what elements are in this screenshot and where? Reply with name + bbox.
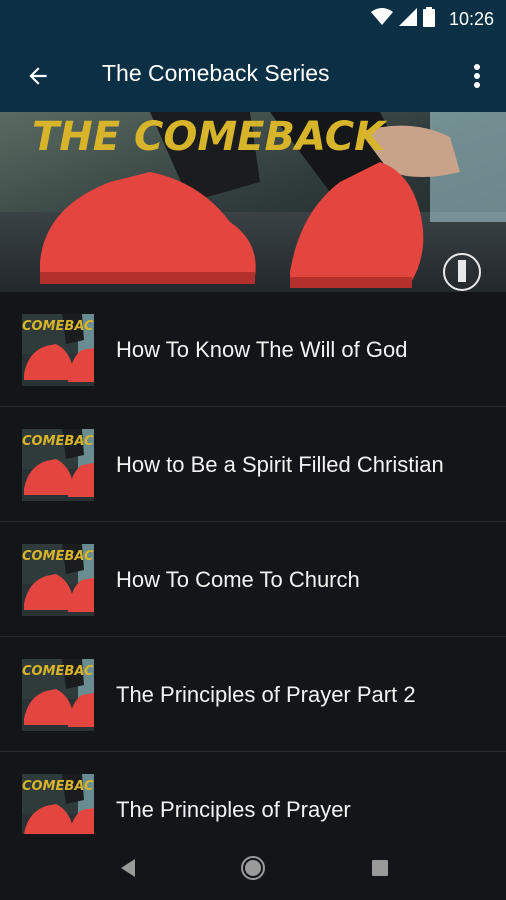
nav-home-icon: [241, 856, 265, 880]
wifi-icon: [370, 7, 393, 31]
sermon-thumbnail: COMEBACK: [22, 774, 94, 838]
page-title: The Comeback Series: [102, 60, 330, 86]
list-item[interactable]: COMEBACK How To Know The Will of God: [0, 292, 506, 407]
sermon-title: How To Come To Church: [116, 567, 360, 592]
system-nav-bar: [0, 834, 506, 900]
nav-recents-button[interactable]: [362, 850, 398, 886]
overflow-menu-button[interactable]: [462, 56, 492, 96]
sermon-thumbnail: COMEBACK: [22, 314, 94, 386]
status-time: 10:26: [448, 8, 494, 29]
sermon-title: How To Know The Will of God: [116, 337, 408, 362]
sermon-title: The Principles of Prayer: [116, 797, 351, 822]
series-banner: THE COMEBACK: [0, 112, 506, 292]
sermon-thumbnail: COMEBACK: [22, 659, 94, 731]
status-bar: 10:26: [0, 0, 506, 38]
app-bar: The Comeback Series: [0, 38, 506, 112]
nav-recents-icon: [372, 860, 388, 876]
series-banner-image: THE COMEBACK: [0, 112, 506, 292]
battery-icon: [422, 6, 435, 32]
back-button[interactable]: [18, 56, 58, 96]
thumbnail-image: COMEBACK: [22, 659, 94, 731]
thumbnail-image: COMEBACK: [22, 314, 94, 386]
thumbnail-text: COMEBACK: [22, 664, 94, 679]
thumbnail-image: COMEBACK: [22, 429, 94, 501]
arrow-back-icon: [29, 67, 47, 85]
thumbnail-image: COMEBACK: [22, 544, 94, 616]
list-item[interactable]: COMEBACK How To Come To Church: [0, 522, 506, 637]
cell-signal-icon: [398, 7, 417, 31]
list-item[interactable]: COMEBACK The Principles of Prayer Part 2: [0, 637, 506, 752]
more-vert-icon: [474, 64, 480, 88]
nav-back-icon: [121, 859, 135, 877]
thumbnail-image: COMEBACK: [22, 774, 94, 838]
sermon-list: COMEBACK How To Know The Will of God COM…: [0, 292, 506, 838]
sermon-thumbnail: COMEBACK: [22, 429, 94, 501]
nav-back-button[interactable]: [110, 850, 146, 886]
status-icons: 10:26: [370, 6, 494, 32]
list-item[interactable]: COMEBACK The Principles of Prayer: [0, 752, 506, 838]
thumbnail-text: COMEBACK: [22, 549, 94, 564]
sermon-title: The Principles of Prayer Part 2: [116, 682, 416, 707]
thumbnail-text: COMEBACK: [22, 319, 94, 334]
banner-title: THE COMEBACK: [32, 114, 388, 160]
sermon-thumbnail: COMEBACK: [22, 544, 94, 616]
nav-home-button[interactable]: [235, 850, 271, 886]
sermon-title: How to Be a Spirit Filled Christian: [116, 452, 444, 477]
thumbnail-text: COMEBACK: [22, 779, 94, 794]
list-item[interactable]: COMEBACK How to Be a Spirit Filled Chris…: [0, 407, 506, 522]
thumbnail-text: COMEBACK: [22, 434, 94, 449]
